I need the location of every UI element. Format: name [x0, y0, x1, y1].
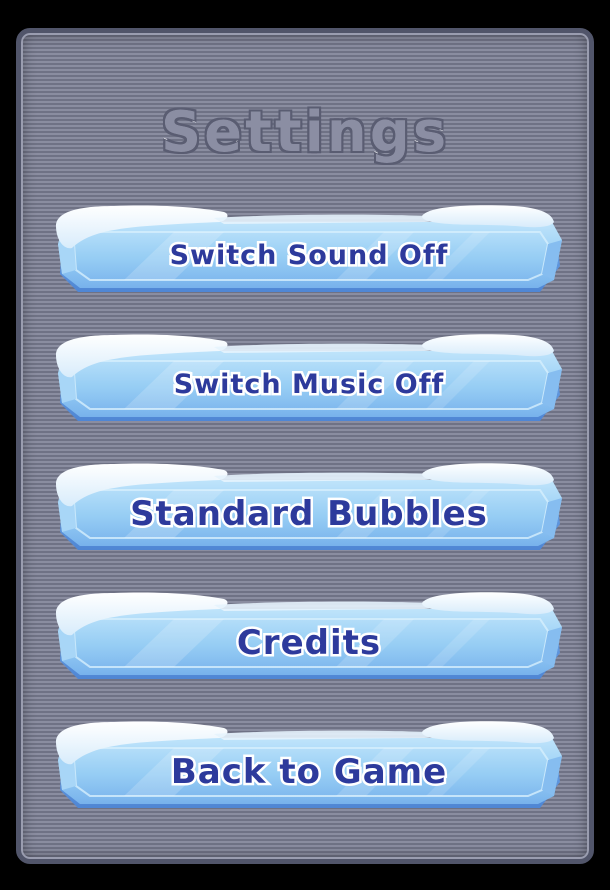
switch-music-off-label: Switch Music Off	[171, 367, 445, 403]
standard-bubbles-button[interactable]: Standard Bubbles	[54, 462, 564, 554]
back-to-game-label: Back to Game	[168, 750, 448, 795]
switch-sound-off-button[interactable]: Switch Sound Off	[54, 204, 564, 296]
page-title: Settings	[0, 99, 610, 167]
standard-bubbles-label: Standard Bubbles	[128, 492, 490, 537]
switch-sound-off-label: Switch Sound Off	[167, 238, 450, 274]
credits-button[interactable]: Credits	[54, 591, 564, 683]
back-to-game-button[interactable]: Back to Game	[54, 720, 564, 812]
switch-music-off-button[interactable]: Switch Music Off	[54, 333, 564, 425]
settings-title: Settings	[159, 99, 450, 167]
credits-label: Credits	[234, 621, 382, 666]
